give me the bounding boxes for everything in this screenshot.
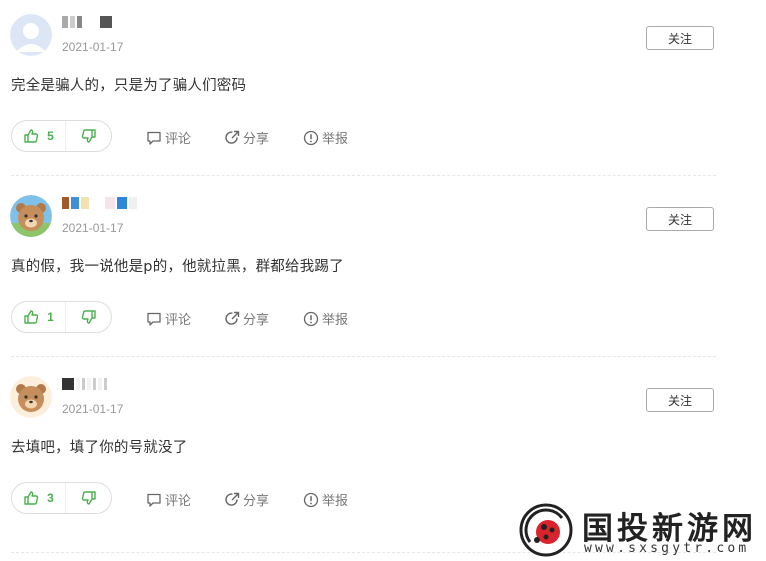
like-button[interactable]: 3 [12,483,66,513]
thumbs-up-icon [23,128,39,144]
thumbs-up-icon [23,490,39,506]
share-icon [224,130,240,146]
like-button[interactable]: 1 [12,302,66,332]
like-button[interactable]: 5 [12,121,66,151]
comment-icon [146,492,162,508]
report-button[interactable]: 举报 [303,128,348,147]
dislike-button[interactable] [66,302,111,332]
comment-item: 2021-01-17 关注 完全是骗人的，只是为了骗人们密码 5 评论 分享 举… [0,0,766,181]
vote-box: 1 [11,301,112,333]
share-button[interactable]: 分享 [224,309,269,328]
report-label: 举报 [322,132,349,147]
reply-button[interactable]: 评论 [146,490,191,509]
avatar[interactable] [10,376,52,418]
thumbs-up-icon [23,309,39,325]
ladybug-logo-icon [518,502,574,558]
reply-button[interactable]: 评论 [146,309,191,328]
divider [11,175,716,176]
like-count: 5 [47,129,54,143]
username-obscured[interactable] [62,14,112,30]
share-icon [224,311,240,327]
vote-box: 3 [11,482,112,514]
comment-text: 完全是骗人的，只是为了骗人们密码 [11,78,247,94]
site-watermark: 国投新游网 www.sxsgytr.com [516,500,766,561]
warning-icon [303,311,319,327]
reply-label: 评论 [165,494,192,509]
comment-text: 去填吧，填了你的号就没了 [11,440,188,456]
follow-button[interactable]: 关注 [646,207,714,231]
reply-button[interactable]: 评论 [146,128,191,147]
comment-icon [146,130,162,146]
thumbs-down-icon [81,309,97,325]
thumbs-down-icon [81,128,97,144]
follow-button[interactable]: 关注 [646,388,714,412]
share-label: 分享 [243,494,270,509]
username-obscured[interactable] [62,376,107,392]
report-button[interactable]: 举报 [303,490,348,509]
follow-button[interactable]: 关注 [646,26,714,50]
thumbs-down-icon [81,490,97,506]
reply-label: 评论 [165,132,192,147]
report-label: 举报 [322,494,349,509]
comment-text: 真的假，我一说他是p的，他就拉黑，群都给我踢了 [11,259,344,275]
share-button[interactable]: 分享 [224,490,269,509]
watermark-url: www.sxsgytr.com [584,541,750,556]
share-label: 分享 [243,132,270,147]
comment-date: 2021-01-17 [62,40,124,54]
divider [11,356,716,357]
like-count: 3 [47,491,54,505]
report-label: 举报 [322,313,349,328]
reply-label: 评论 [165,313,192,328]
warning-icon [303,130,319,146]
dislike-button[interactable] [66,483,111,513]
report-button[interactable]: 举报 [303,309,348,328]
comment-icon [146,311,162,327]
comment-date: 2021-01-17 [62,402,124,416]
avatar[interactable] [10,195,52,237]
like-count: 1 [47,310,54,324]
username-obscured[interactable] [62,195,137,211]
share-button[interactable]: 分享 [224,128,269,147]
vote-box: 5 [11,120,112,152]
comment-date: 2021-01-17 [62,221,124,235]
share-label: 分享 [243,313,270,328]
dislike-button[interactable] [66,121,111,151]
warning-icon [303,492,319,508]
avatar[interactable] [10,14,52,56]
share-icon [224,492,240,508]
comment-item: 2021-01-17 关注 真的假，我一说他是p的，他就拉黑，群都给我踢了 1 … [0,181,766,362]
